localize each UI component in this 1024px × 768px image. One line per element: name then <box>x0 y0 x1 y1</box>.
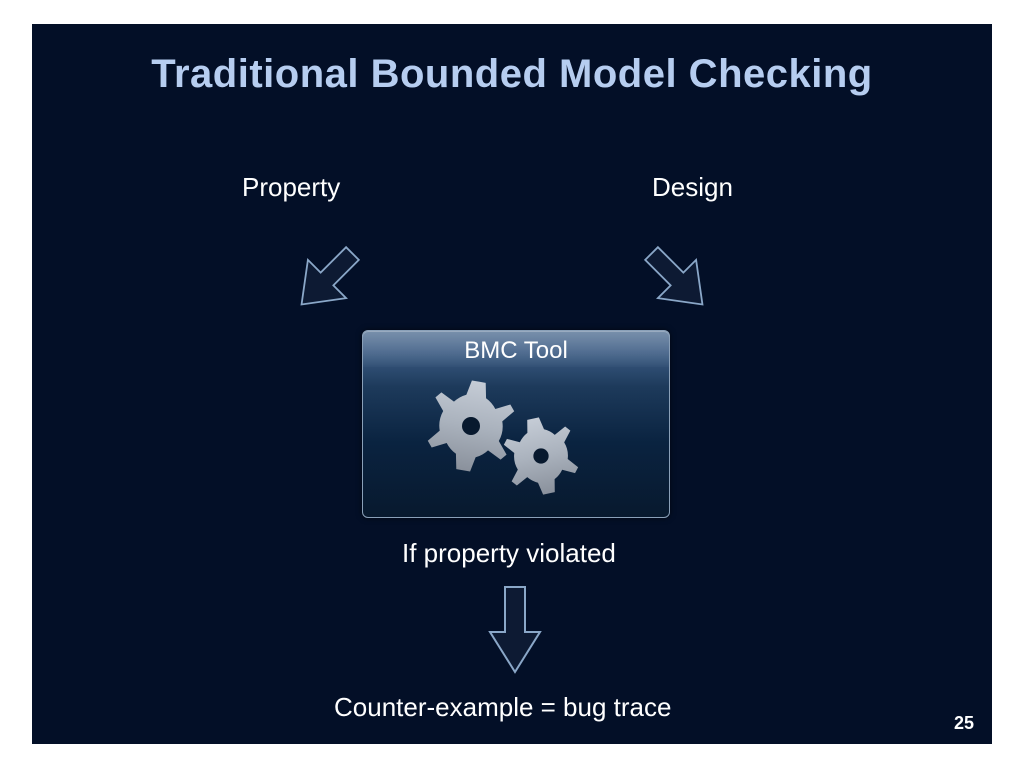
violated-label: If property violated <box>402 538 616 569</box>
property-label: Property <box>242 172 340 203</box>
bmc-tool-label: BMC Tool <box>363 337 669 365</box>
gears-icon <box>423 371 613 518</box>
slide-title: Traditional Bounded Model Checking <box>32 24 992 97</box>
arrow-down-right-icon <box>282 234 372 329</box>
bmc-tool-box: BMC Tool <box>362 330 670 518</box>
slide: Traditional Bounded Model Checking Prope… <box>32 24 992 744</box>
arrow-down-icon <box>485 582 545 682</box>
arrow-down-left-icon <box>632 234 722 329</box>
slide-number: 25 <box>954 713 974 734</box>
design-label: Design <box>652 172 733 203</box>
counter-example-label: Counter-example = bug trace <box>334 692 671 723</box>
